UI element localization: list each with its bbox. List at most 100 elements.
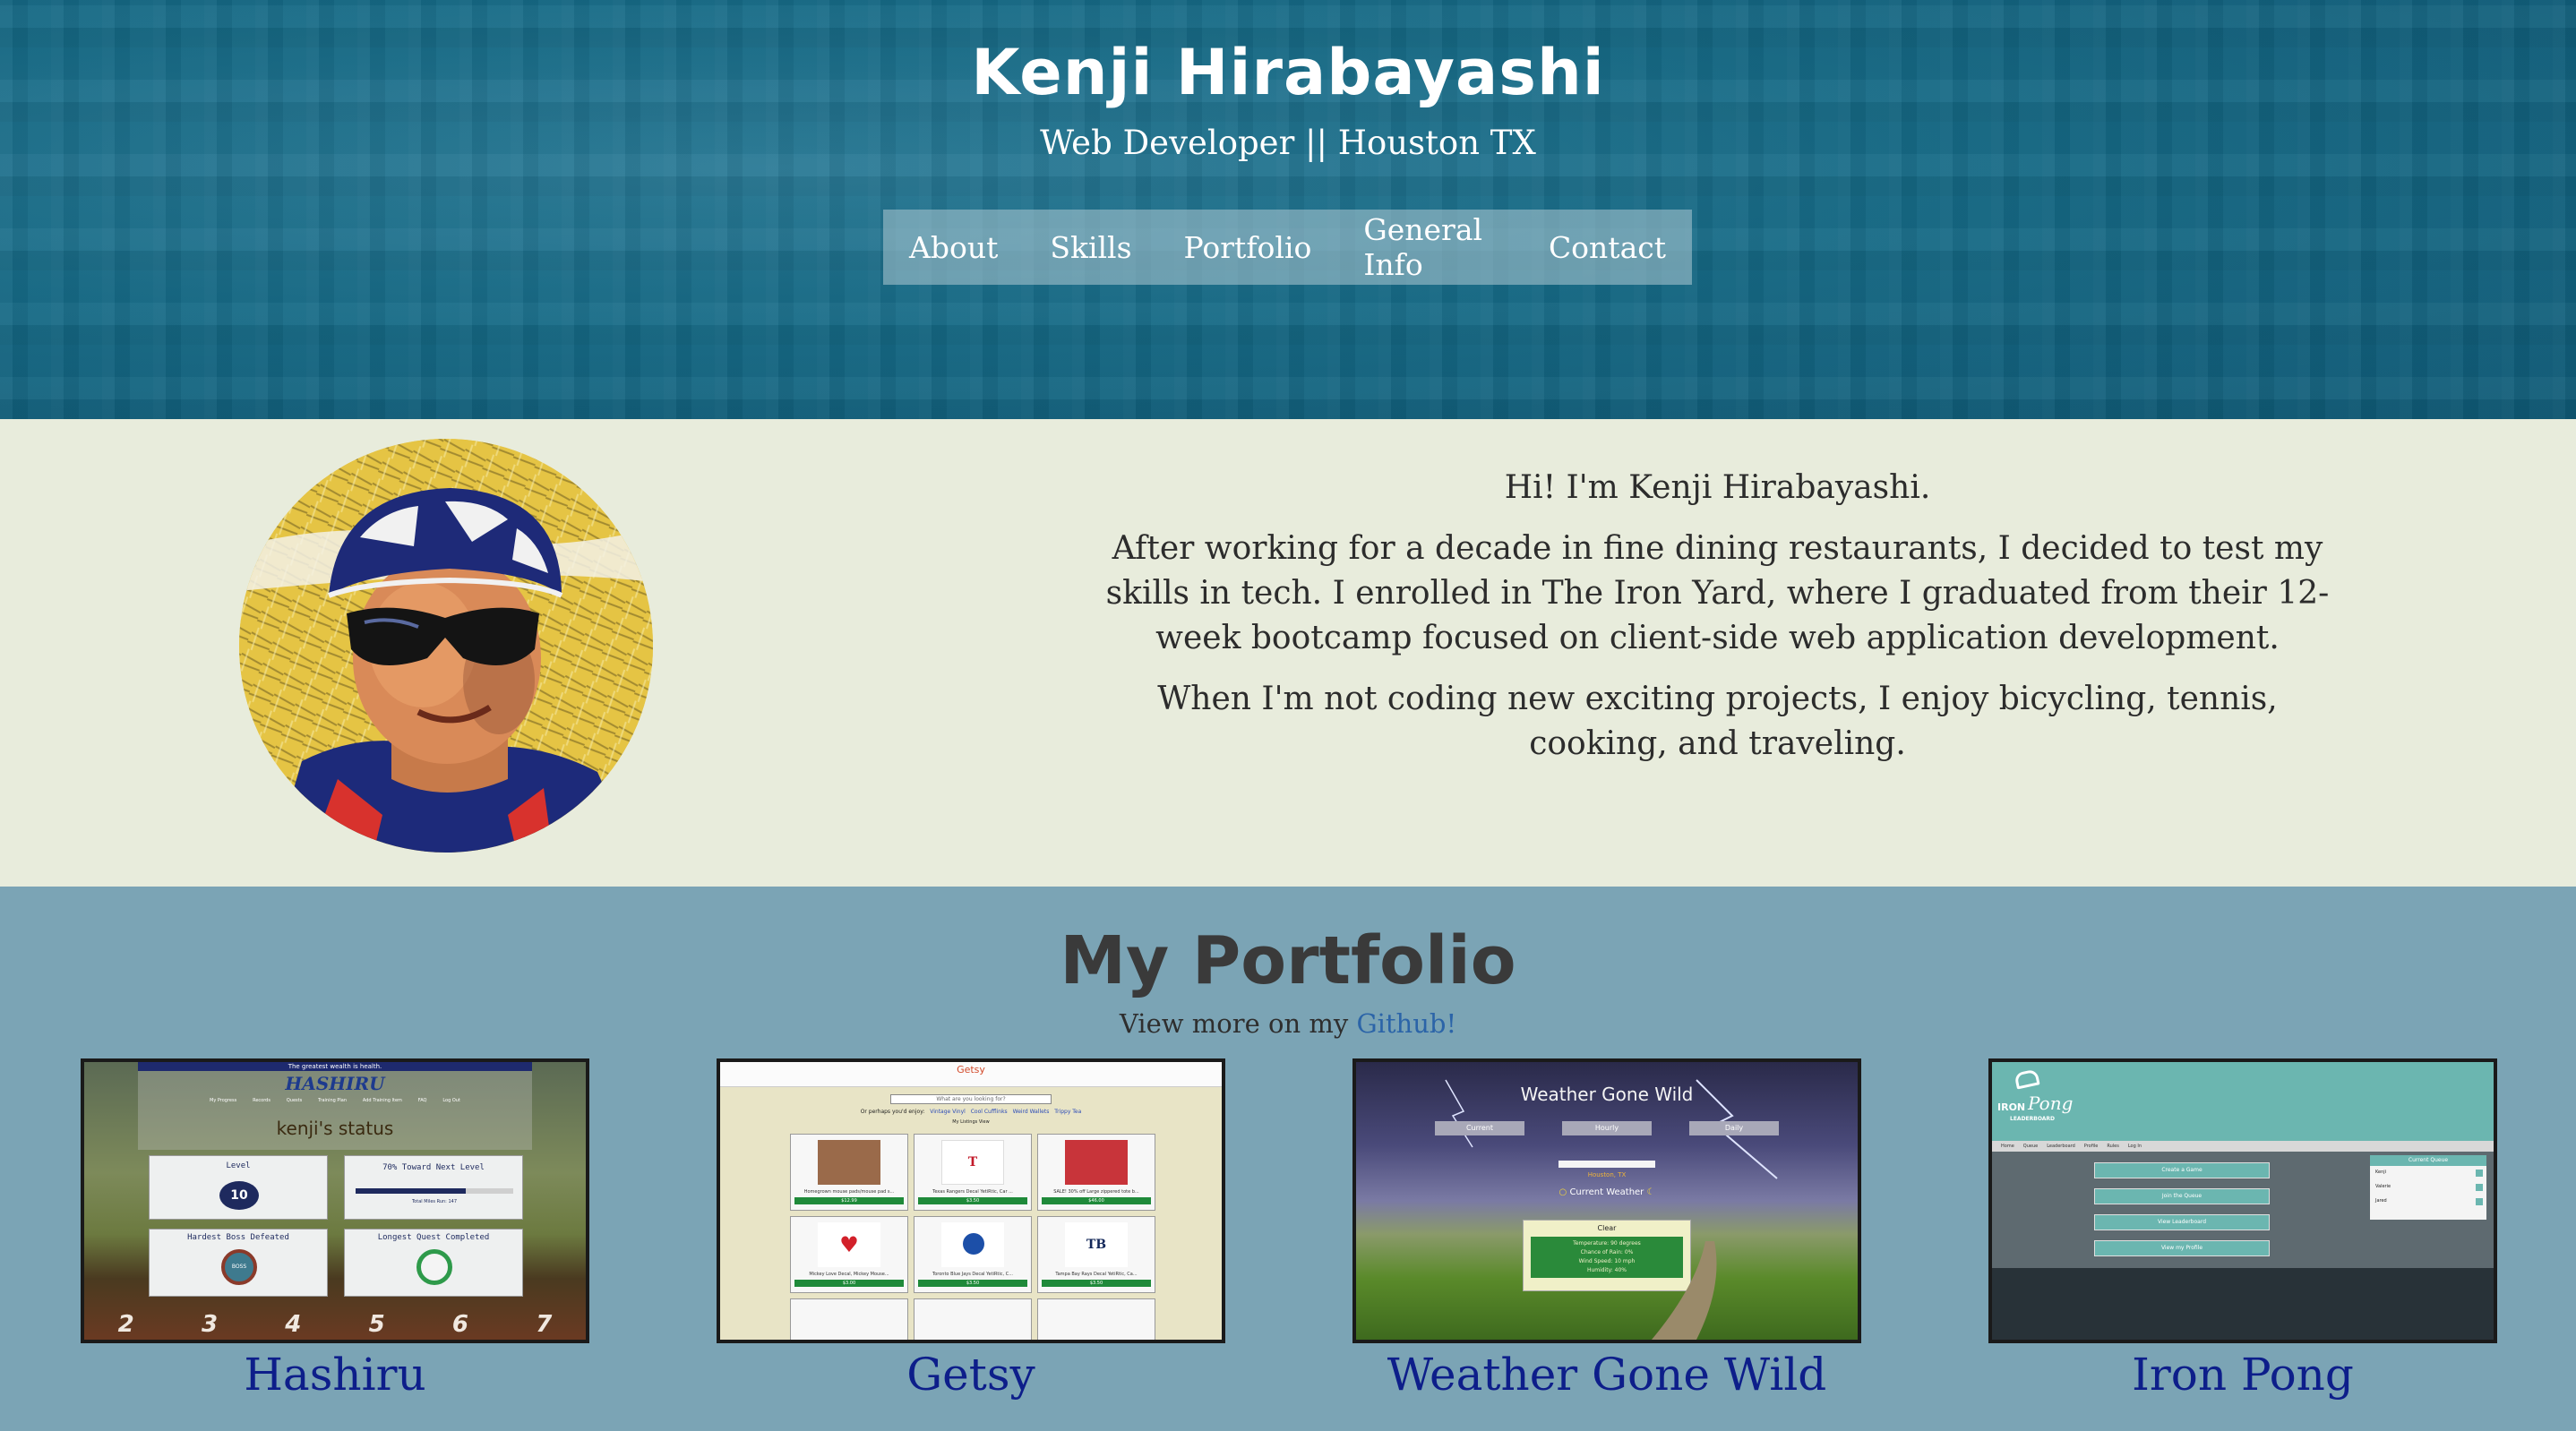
pong-header: IRON Pong LEADERBOARD	[1992, 1062, 2494, 1141]
pong-queue-badge	[2476, 1170, 2483, 1177]
hashiru-status-heading: kenji's status	[276, 1118, 394, 1139]
project-card-iron-pong: IRON Pong LEADERBOARD Home Queue Leaderb…	[1988, 1058, 2497, 1401]
project-title-getsy[interactable]: Getsy	[717, 1349, 1225, 1401]
profile-avatar	[239, 439, 653, 853]
pong-button: Create a Game	[2094, 1162, 2270, 1178]
texas-rangers-logo: T	[967, 1155, 978, 1170]
hashiru-nav-item: Quests	[286, 1098, 303, 1103]
site-subtitle: Web Developer || Houston TX	[1040, 124, 1536, 162]
hashiru-tile-label: Level	[226, 1161, 251, 1170]
hashiru-nav-item: Log Out	[442, 1098, 460, 1103]
getsy-item-price: $3.50	[918, 1197, 1027, 1204]
hashiru-lane-number: 6	[451, 1311, 469, 1338]
getsy-item-caption: Mickey Love Decal, Mickey Mouse...	[809, 1272, 889, 1277]
hashiru-tile-label: Hardest Boss Defeated	[187, 1233, 289, 1242]
getsy-item-caption: Toronto Blue Jays Decal YetiRtic, C...	[932, 1272, 1013, 1277]
pong-logo-script: Pong	[2028, 1093, 2074, 1114]
project-title-hashiru[interactable]: Hashiru	[81, 1349, 589, 1401]
getsy-item	[914, 1298, 1032, 1340]
project-card-hashiru: The greatest wealth is health. HASHIRU M…	[81, 1058, 589, 1401]
getsy-item-image	[941, 1222, 1004, 1267]
hashiru-boss-badge: BOSS	[231, 1264, 247, 1270]
pong-queue-name: Kenji	[2375, 1170, 2387, 1175]
nav-skills[interactable]: Skills	[1024, 230, 1157, 265]
getsy-item-image	[818, 1140, 880, 1185]
getsy-item: Toronto Blue Jays Decal YetiRtic, C... $…	[914, 1216, 1032, 1293]
getsy-item-image: T	[941, 1140, 1004, 1185]
pong-queue-row: Jared	[2370, 1191, 2486, 1205]
getsy-link: Cool Cufflinks	[970, 1109, 1008, 1115]
pong-button: View Leaderboard	[2094, 1214, 2270, 1230]
pong-queue-row: Kenji	[2370, 1166, 2486, 1177]
getsy-search-input: What are you looking for?	[890, 1094, 1052, 1104]
getsy-item: ♥ Mickey Love Decal, Mickey Mouse... $3.…	[790, 1216, 908, 1293]
site-header: Kenji Hirabayashi Web Developer || Houst…	[0, 0, 2576, 419]
getsy-suggestions: Or perhaps you'd enjoy: Vintage Vinyl Co…	[720, 1109, 1222, 1115]
about-section: Hi! I'm Kenji Hirabayashi. After working…	[0, 419, 2576, 887]
pong-queue: Current Queue Kenji Valerie Jared	[2370, 1155, 2486, 1220]
hashiru-progress-bar	[356, 1188, 513, 1194]
portfolio-subtitle: View more on my Github!	[0, 1008, 2576, 1039]
nav-contact[interactable]: Contact	[1523, 230, 1692, 265]
about-text: Hi! I'm Kenji Hirabayashi. After working…	[1084, 466, 2351, 783]
hashiru-progress-fill	[356, 1188, 467, 1194]
pong-nav: Home Queue Leaderboard Profile Rules Log…	[1992, 1141, 2494, 1152]
getsy-item-price: $3.00	[794, 1280, 904, 1287]
pong-nav-item: Leaderboard	[2047, 1144, 2075, 1149]
project-title-iron-pong[interactable]: Iron Pong	[1988, 1349, 2497, 1401]
getsy-item-caption: Homegrown mouse pads/mouse pad s...	[803, 1189, 895, 1195]
getsy-item-caption: Tampa Bay Rays Decal YetiRtic, Ca...	[1055, 1272, 1138, 1277]
getsy-item-price: $12.99	[794, 1197, 904, 1204]
getsy-item-image: ♥	[818, 1222, 880, 1267]
hashiru-quest-medal	[416, 1249, 452, 1285]
getsy-item	[790, 1298, 908, 1340]
hashiru-tile-quest: Longest Quest Completed	[344, 1229, 523, 1297]
hashiru-tile-progress: 70% Toward Next Level Total Miles Run: 1…	[344, 1155, 523, 1220]
hashiru-nav-item: FAQ	[417, 1098, 427, 1103]
pong-nav-item: Log In	[2127, 1144, 2142, 1149]
hashiru-tile-label: 70% Toward Next Level	[382, 1163, 485, 1172]
getsy-item-price: $3.50	[918, 1280, 1027, 1287]
hashiru-nav-item: Training Plan	[318, 1098, 348, 1103]
getsy-item-price: $3.50	[1042, 1280, 1151, 1287]
project-thumbnail-iron-pong[interactable]: IRON Pong LEADERBOARD Home Queue Leaderb…	[1988, 1058, 2497, 1343]
pong-logo-icon	[2014, 1068, 2040, 1090]
hashiru-track: 2 3 4 5 6 7	[84, 1309, 586, 1340]
github-link[interactable]: Github!	[1356, 1008, 1456, 1039]
hashiru-lane-number: 3	[201, 1311, 219, 1338]
getsy-item-image	[1065, 1140, 1128, 1185]
getsy-item-caption: Texas Rangers Decal YetiRtic, Car ...	[932, 1189, 1013, 1195]
main-nav: About Skills Portfolio General Info Cont…	[883, 210, 1692, 285]
nav-general-info[interactable]: General Info	[1337, 212, 1523, 282]
hashiru-lane-number: 7	[536, 1311, 553, 1338]
hashiru-lane-number: 5	[368, 1311, 385, 1338]
hashiru-nav-item: Records	[253, 1098, 270, 1103]
project-thumbnail-hashiru[interactable]: The greatest wealth is health. HASHIRU M…	[81, 1058, 589, 1343]
getsy-link: Vintage Vinyl	[930, 1109, 966, 1115]
hashiru-lane-number: 4	[285, 1311, 302, 1338]
getsy-item-price: $46.00	[1042, 1197, 1151, 1204]
pong-buttons: Create a Game Join the Queue View Leader…	[2094, 1162, 2270, 1256]
project-thumbnail-getsy[interactable]: Getsy What are you looking for? Or perha…	[717, 1058, 1225, 1343]
getsy-link: Weird Wallets	[1012, 1109, 1050, 1115]
avatar-illustration	[239, 439, 653, 853]
hashiru-lane-number: 2	[117, 1311, 134, 1338]
nav-portfolio[interactable]: Portfolio	[1158, 230, 1338, 265]
project-card-weather: Weather Gone Wild Current Hourly Daily H…	[1352, 1058, 1861, 1401]
project-card-getsy: Getsy What are you looking for? Or perha…	[717, 1058, 1225, 1401]
about-greeting: Hi! I'm Kenji Hirabayashi.	[1504, 469, 1931, 506]
project-thumbnail-weather[interactable]: Weather Gone Wild Current Hourly Daily H…	[1352, 1058, 1861, 1343]
pong-queue-badge	[2476, 1198, 2483, 1205]
field-path	[1652, 1241, 1717, 1340]
project-title-weather[interactable]: Weather Gone Wild	[1352, 1349, 1861, 1401]
pong-logo-top: IRON	[1997, 1101, 2026, 1113]
getsy-logo: Getsy	[957, 1064, 985, 1075]
pong-queue-badge	[2476, 1184, 2483, 1191]
hashiru-tile-label: Longest Quest Completed	[377, 1233, 490, 1242]
site-title: Kenji Hirabayashi	[971, 36, 1605, 109]
portfolio-section: My Portfolio View more on my Github! The…	[0, 887, 2576, 1431]
nav-about[interactable]: About	[883, 230, 1024, 265]
blue-jays-logo	[963, 1233, 984, 1255]
getsy-link: Trippy Tea	[1054, 1109, 1082, 1115]
getsy-item	[1037, 1298, 1155, 1340]
